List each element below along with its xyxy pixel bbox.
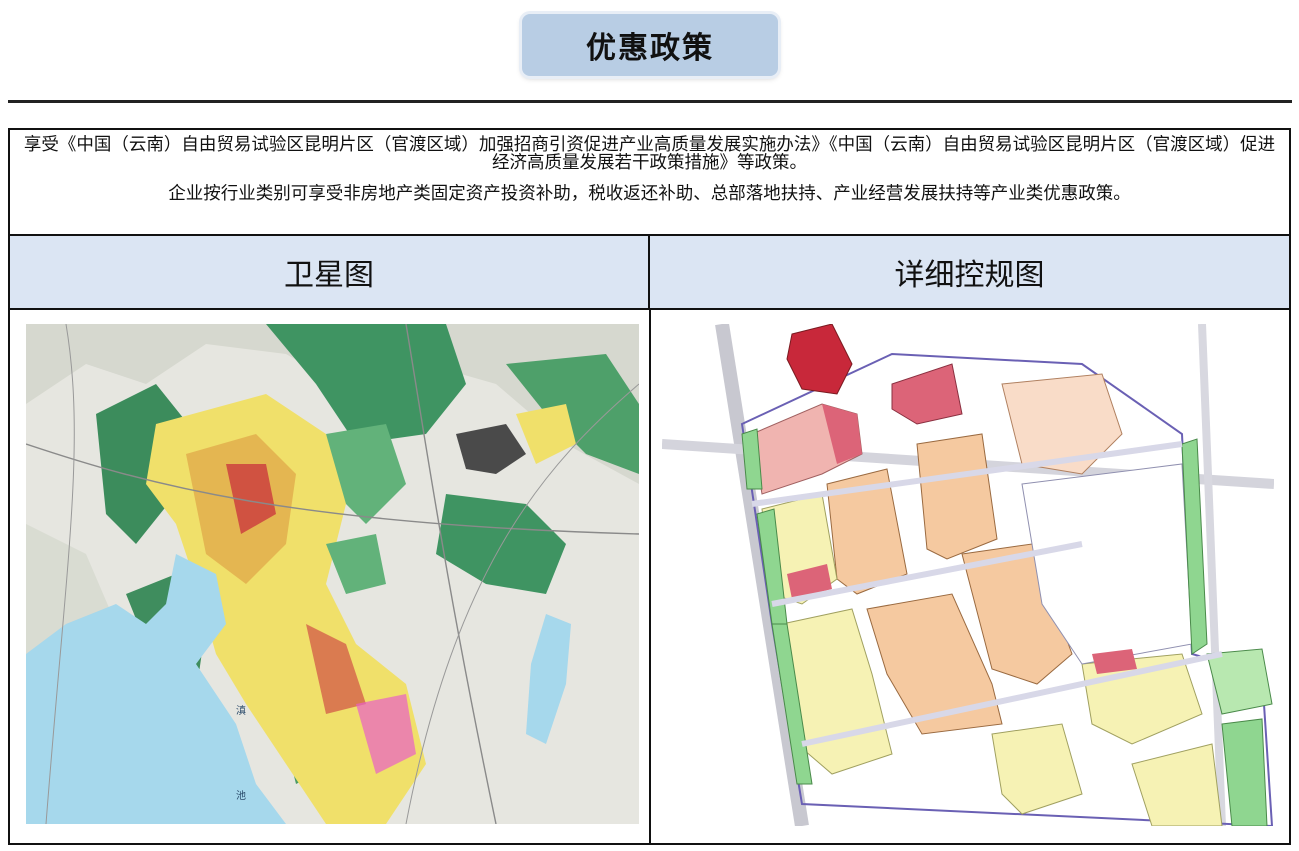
lake-label-1: 滇 [236,704,246,717]
regulatory-plan-map [662,324,1274,826]
satellite-map-image: 滇 池 [26,324,639,824]
lake-label-2: 池 [236,789,246,802]
policy-text-1: 享受《中国（云南）自由贸易试验区昆明片区（官渡区域）加强招商引资促进产业高质量发… [23,135,1276,173]
column-divider [649,310,651,845]
page-title: 优惠政策 [522,14,778,76]
policy-panel: 享受《中国（云南）自由贸易试验区昆明片区（官渡区域）加强招商引资促进产业高质量发… [8,128,1291,845]
regulatory-plan-image [662,324,1274,826]
plan-header: 详细控规图 [650,236,1289,310]
title-divider [8,100,1292,103]
policy-text-2: 企业按行业类别可享受非房地产类固定资产投资补助，税收返还补助、总部落地扶持、产业… [168,184,1131,204]
satellite-header: 卫星图 [10,236,650,310]
satellite-map: 滇 池 [26,324,639,824]
policy-intro: 享受《中国（云南）自由贸易试验区昆明片区（官渡区域）加强招商引资促进产业高质量发… [10,130,1289,236]
